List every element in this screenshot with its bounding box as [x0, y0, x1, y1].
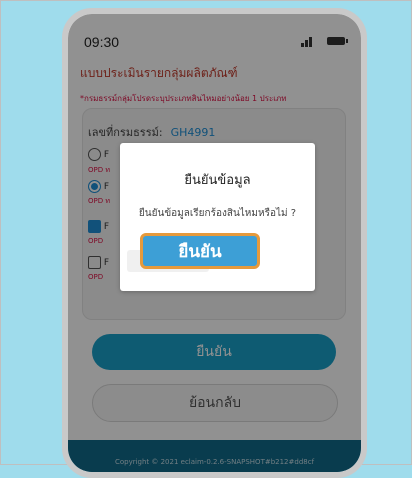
dialog-confirm-button[interactable]: ยืนยัน — [140, 233, 260, 269]
dialog-title: ยืนยันข้อมูล — [184, 173, 251, 188]
dialog-message: ยืนยันข้อมูลเรียกร้องสินไหมหรือไม่ ? — [138, 208, 297, 219]
